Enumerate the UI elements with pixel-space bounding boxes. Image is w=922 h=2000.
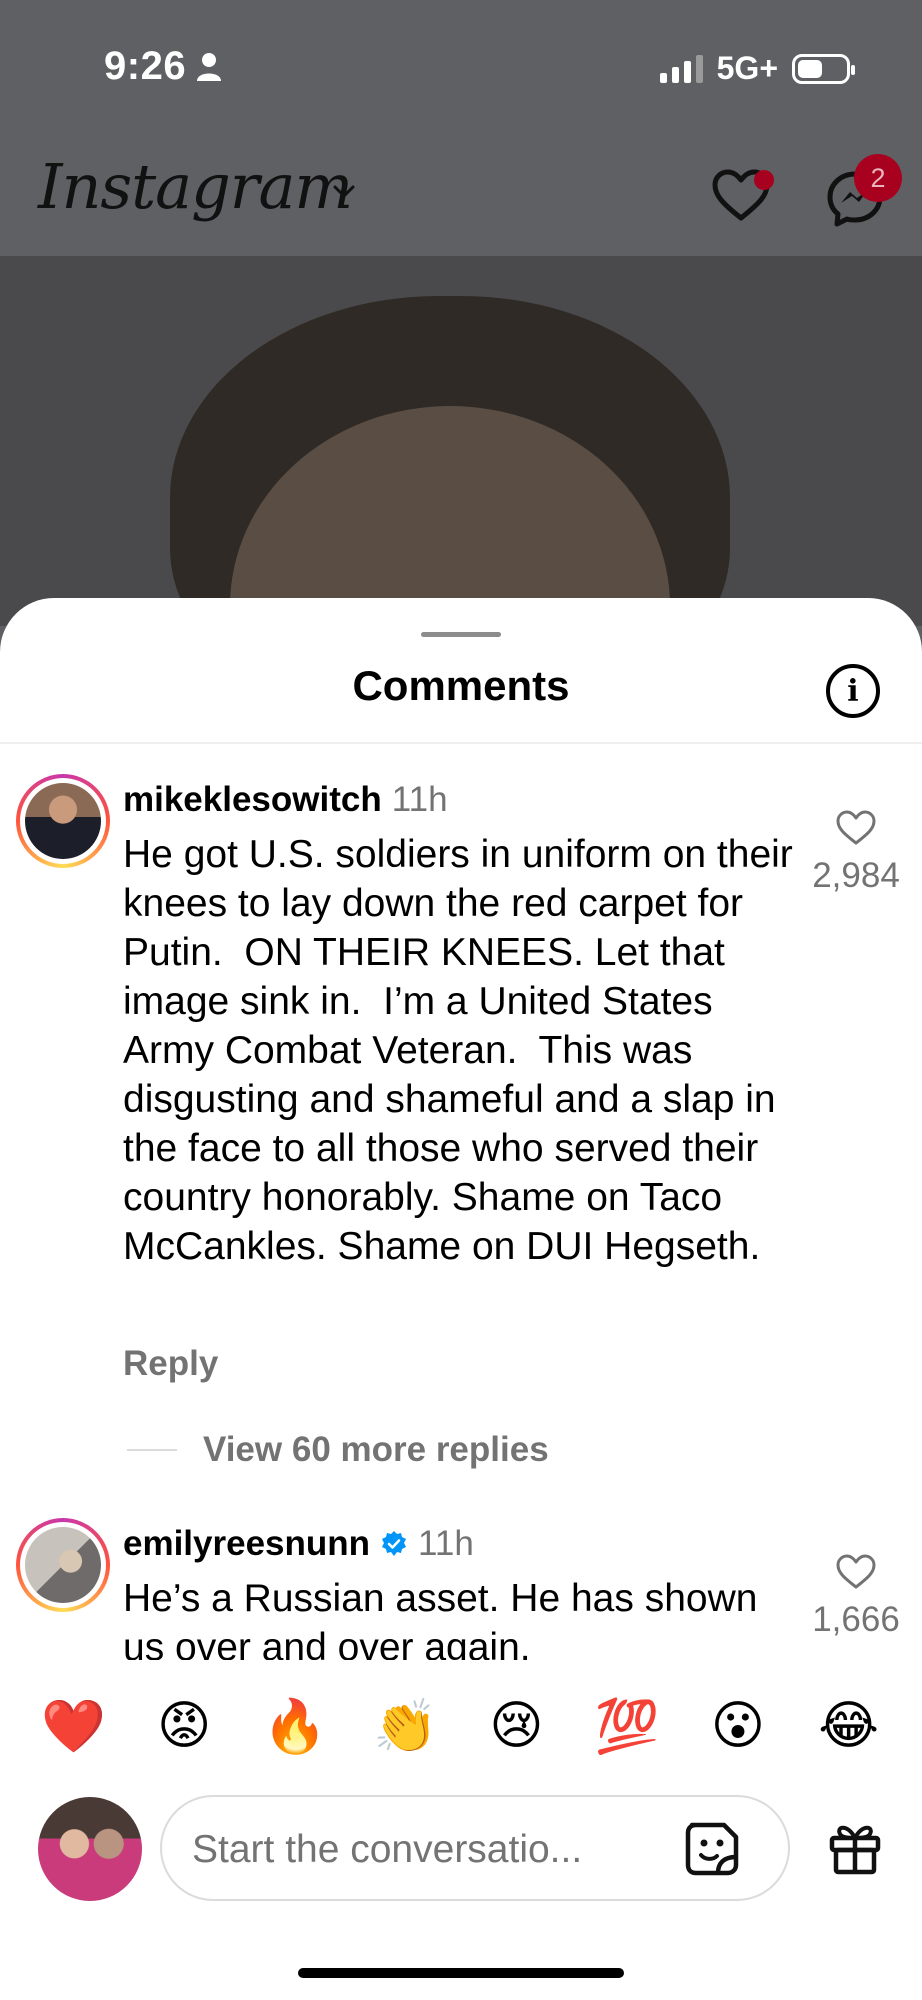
view-replies-label: View 60 more replies: [203, 1430, 549, 1469]
divider: [127, 1449, 177, 1451]
reaction-cry[interactable]: 😢: [476, 1696, 556, 1757]
story-ring[interactable]: [16, 1518, 110, 1612]
comment-username[interactable]: emilyreesnunn: [123, 1524, 370, 1564]
heart-icon[interactable]: [836, 1554, 876, 1590]
chevron-down-icon[interactable]: [330, 178, 358, 206]
verified-badge-icon: [382, 1531, 407, 1556]
view-replies-button[interactable]: View 60 more replies: [127, 1430, 549, 1470]
home-indicator[interactable]: [298, 1968, 624, 1978]
app-logo[interactable]: Instagram: [38, 150, 353, 223]
comment-input-container[interactable]: [160, 1795, 790, 1901]
messages-badge: 2: [854, 154, 902, 202]
avatar[interactable]: [25, 1527, 101, 1603]
comment-time: 11h: [418, 1524, 474, 1563]
reaction-fire[interactable]: 🔥: [255, 1696, 335, 1757]
reply-button[interactable]: Reply: [123, 1344, 218, 1384]
sheet-grabber[interactable]: [421, 632, 501, 637]
like-column: 1,666: [790, 1554, 922, 1640]
avatar[interactable]: [25, 783, 101, 859]
sticker-icon[interactable]: [682, 1819, 742, 1879]
reaction-hundred[interactable]: 💯: [587, 1696, 667, 1757]
sheet-title: Comments: [352, 662, 570, 709]
comment-composer: ❤️ 😡 🔥 👏 😢 💯 😮 😂: [0, 1660, 922, 2000]
heart-icon[interactable]: [836, 810, 876, 846]
comment-time: 11h: [391, 780, 448, 819]
comment-text: He’s a Russian asset. He has shown us ov…: [123, 1577, 769, 1669]
reaction-angry[interactable]: 😡: [144, 1696, 224, 1757]
reaction-heart[interactable]: ❤️: [33, 1696, 113, 1757]
like-count: 2,984: [812, 856, 900, 895]
comment-input[interactable]: [192, 1823, 652, 1877]
person-icon: [197, 52, 222, 81]
comment-text: He got U.S. soldiers in uniform on their…: [123, 833, 804, 1268]
notification-dot: [754, 170, 774, 190]
comment-list[interactable]: mikeklesowitch 11h He got U.S. soldiers …: [0, 744, 922, 1744]
quick-reactions: ❤️ 😡 🔥 👏 😢 💯 😮 😂: [0, 1696, 922, 1757]
comment-header: emilyreesnunn 11h: [123, 1524, 474, 1564]
network-label: 5G+: [716, 50, 778, 86]
avatar[interactable]: [38, 1797, 142, 1901]
status-indicators: 5G+: [659, 50, 855, 87]
comment-item: mikeklesowitch 11h He got U.S. soldiers …: [0, 744, 922, 1484]
like-count: 1,666: [812, 1600, 900, 1639]
signal-icon: [659, 54, 703, 83]
top-bar: 9:26 5G+ Instagram 2: [0, 0, 922, 256]
like-column: 2,984: [790, 810, 922, 896]
battery-icon: [792, 53, 855, 84]
comment-header: mikeklesowitch 11h: [123, 780, 448, 820]
status-time: 9:26: [104, 44, 222, 89]
info-icon[interactable]: i: [826, 664, 880, 718]
gift-icon[interactable]: [826, 1818, 884, 1876]
reaction-surprised[interactable]: 😮: [698, 1696, 778, 1757]
status-time-label: 9:26: [104, 44, 187, 88]
story-ring[interactable]: [16, 774, 110, 868]
video-background: [0, 256, 922, 626]
reaction-clap[interactable]: 👏: [366, 1696, 446, 1757]
reaction-laugh[interactable]: 😂: [809, 1696, 889, 1757]
comment-username[interactable]: mikeklesowitch: [123, 780, 382, 820]
